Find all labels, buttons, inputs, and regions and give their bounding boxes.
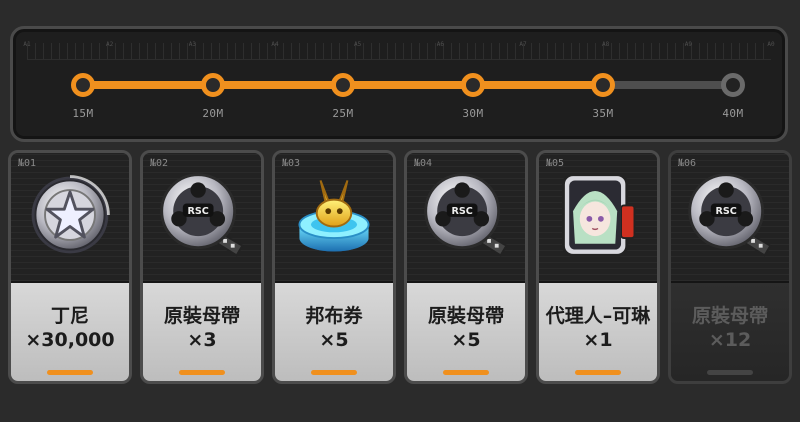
reward-name: 邦布券	[305, 305, 363, 327]
reward-status-bar	[707, 370, 753, 375]
milestone-label: 15M	[72, 107, 94, 120]
reward-card-5[interactable]: №05 代理人–可琳 ×1	[536, 150, 660, 384]
reward-art-area: №04 RSC	[407, 153, 525, 283]
milestone-3	[327, 69, 359, 101]
milestone-track-panel: A1 A2 A3 A4 A5 A6 A7 A8 A9 A0 15M 20M 25M 30M 35M 40M	[10, 26, 788, 142]
milestone-label: 20M	[202, 107, 224, 120]
ruler: A1 A2 A3 A4 A5 A6 A7 A8 A9 A0	[23, 41, 775, 60]
ruler-label: A2	[106, 41, 114, 48]
ruler-label: A3	[188, 41, 196, 48]
svg-text:RSC: RSC	[452, 206, 473, 217]
milestone-6	[717, 69, 749, 101]
ruler-label: A4	[271, 41, 279, 48]
reward-art-area: №01	[11, 153, 129, 283]
reward-name: 代理人–可琳	[545, 305, 651, 327]
reward-info-area: 原裝母帶 ×12	[671, 283, 789, 381]
reward-status-bar	[443, 370, 489, 375]
milestone-label: 30M	[462, 107, 484, 120]
reward-art-area: №03	[275, 153, 393, 283]
milestone-5	[587, 69, 619, 101]
reward-art-area: №06 RSC	[671, 153, 789, 283]
milestone-label: 35M	[592, 107, 614, 120]
master-tape-icon: RSC	[154, 167, 250, 263]
reward-info-area: 原裝母帶 ×5	[407, 283, 525, 381]
reward-info-area: 邦布券 ×5	[275, 283, 393, 381]
reward-quantity: ×5	[451, 329, 481, 351]
reward-quantity: ×30,000	[25, 329, 115, 351]
milestone-node-icon	[71, 73, 95, 97]
reward-status-bar	[311, 370, 357, 375]
reward-status-bar	[179, 370, 225, 375]
milestone-4	[457, 69, 489, 101]
milestone-node-icon	[201, 73, 225, 97]
milestone-node-icon	[331, 73, 355, 97]
reward-info-area: 代理人–可琳 ×1	[539, 283, 657, 381]
reward-card-1[interactable]: №01 丁尼 ×30,000	[8, 150, 132, 384]
reward-info-area: 丁尼 ×30,000	[11, 283, 129, 381]
reward-quantity: ×1	[583, 329, 613, 351]
reward-status-bar	[47, 370, 93, 375]
ruler-label: A7	[519, 41, 527, 48]
reward-card-4[interactable]: №04 RSC 原裝母帶 ×5	[404, 150, 528, 384]
reward-card-2[interactable]: №02 RSC 原裝母帶 ×3	[140, 150, 264, 384]
ruler-label: A0	[767, 41, 775, 48]
master-tape-icon: RSC	[418, 167, 514, 263]
reward-quantity: ×12	[708, 329, 752, 351]
bangboo-ticket-icon	[286, 167, 382, 263]
ruler-label: A8	[602, 41, 610, 48]
milestone-label: 25M	[332, 107, 354, 120]
ruler-label: A1	[23, 41, 31, 48]
ruler-label: A6	[436, 41, 444, 48]
milestone-2	[197, 69, 229, 101]
milestone-node-icon	[721, 73, 745, 97]
reward-art-area: №05	[539, 153, 657, 283]
reward-info-area: 原裝母帶 ×3	[143, 283, 261, 381]
milestone-node-icon	[461, 73, 485, 97]
svg-text:RSC: RSC	[188, 206, 209, 217]
reward-name: 原裝母帶	[163, 305, 240, 327]
reward-card-3[interactable]: №03 邦布券 ×5	[272, 150, 396, 384]
dennies-coin-icon	[22, 167, 118, 263]
reward-name: 原裝母帶	[427, 305, 504, 327]
reward-card-6[interactable]: №06 RSC 原裝母帶 ×12	[668, 150, 792, 384]
reward-quantity: ×5	[319, 329, 349, 351]
reward-name: 原裝母帶	[691, 305, 768, 327]
agent-corin-portrait-icon	[550, 167, 646, 263]
ruler-label: A9	[684, 41, 692, 48]
milestone-label: 40M	[722, 107, 744, 120]
svg-text:RSC: RSC	[716, 206, 737, 217]
reward-name: 丁尼	[50, 305, 89, 327]
milestone-node-icon	[591, 73, 615, 97]
ruler-label: A5	[354, 41, 362, 48]
reward-status-bar	[575, 370, 621, 375]
reward-quantity: ×3	[187, 329, 217, 351]
reward-art-area: №02 RSC	[143, 153, 261, 283]
milestone-1	[67, 69, 99, 101]
master-tape-icon: RSC	[682, 167, 778, 263]
